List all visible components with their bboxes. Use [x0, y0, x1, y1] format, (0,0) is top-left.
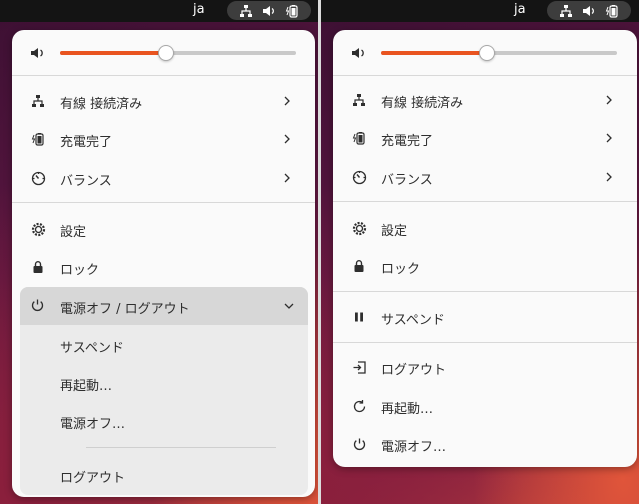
power-profile-item[interactable]: バランス	[341, 158, 629, 196]
restart-item[interactable]: 再起動…	[341, 387, 629, 425]
volume-slider-handle[interactable]	[158, 45, 175, 61]
settings-item[interactable]: 設定	[20, 210, 307, 248]
power-profile-icon	[351, 169, 367, 185]
input-language-indicator[interactable]: ja	[193, 2, 205, 17]
network-wired-icon	[30, 93, 46, 109]
input-language-indicator[interactable]: ja	[514, 2, 526, 17]
restart-icon	[351, 398, 367, 414]
separator	[333, 75, 637, 76]
quick-settings-menu: 有線 接続済み 充電完了 バランス 設定	[12, 30, 315, 497]
volume-slider-fill	[60, 51, 167, 55]
system-status-button[interactable]	[547, 1, 631, 20]
settings-item[interactable]: 設定	[341, 209, 629, 247]
separator	[12, 75, 315, 76]
pause-icon	[351, 309, 367, 325]
volume-icon	[261, 3, 277, 19]
wired-network-label: 有線 接続済み	[381, 96, 464, 111]
battery-full-charged-icon	[351, 130, 367, 146]
wired-network-item[interactable]: 有線 接続済み	[341, 81, 629, 119]
volume-icon	[351, 45, 367, 61]
chevron-right-icon	[284, 134, 290, 144]
battery-label: 充電完了	[60, 135, 113, 150]
separator	[333, 291, 637, 292]
battery-icon	[604, 3, 620, 19]
logout-item[interactable]: ログアウト	[341, 348, 629, 386]
logout-icon	[351, 359, 367, 375]
volume-icon	[30, 45, 46, 61]
battery-item[interactable]: 充電完了	[20, 120, 307, 158]
gear-icon	[351, 220, 367, 236]
top-bar: ja	[321, 0, 639, 22]
power-off-logout-item[interactable]: 電源オフ / ログアウト	[20, 287, 308, 325]
logout-label: ログアウト	[381, 363, 447, 378]
lock-icon	[351, 258, 367, 274]
lock-item[interactable]: ロック	[20, 248, 307, 286]
power-profile-icon	[30, 170, 46, 186]
restart-label: 再起動…	[381, 402, 434, 417]
lock-item[interactable]: ロック	[341, 247, 629, 285]
chevron-right-icon	[606, 95, 612, 105]
battery-label: 充電完了	[381, 134, 434, 149]
gear-icon	[30, 221, 46, 237]
lock-label: ロック	[60, 263, 100, 278]
quick-settings-menu: 有線 接続済み 充電完了 バランス 設定	[333, 30, 637, 467]
separator	[333, 201, 637, 202]
power-icon	[30, 298, 46, 314]
volume-slider-row	[12, 38, 315, 68]
lock-label: ロック	[381, 262, 421, 277]
volume-slider[interactable]	[381, 45, 617, 61]
power-profile-label: バランス	[60, 174, 112, 189]
lock-icon	[30, 259, 46, 275]
volume-icon	[581, 3, 597, 19]
power-off-item[interactable]: 電源オフ…	[341, 425, 629, 463]
separator	[12, 202, 315, 203]
chevron-right-icon	[606, 172, 612, 182]
chevron-down-icon[interactable]	[282, 299, 296, 313]
left-screenshot: ja 有線 接続済み 充電完了 バランス 設定 ロック 電源オフ / ログアウト…	[0, 0, 318, 504]
power-off-label: 電源オフ…	[381, 440, 447, 455]
separator	[86, 447, 276, 448]
power-off-logout-submenu: 電源オフ / ログアウト サスペンド 再起動… 電源オフ… ログアウト	[20, 287, 308, 495]
network-wired-icon	[238, 3, 254, 19]
separator	[333, 342, 637, 343]
volume-slider-handle[interactable]	[479, 45, 496, 61]
suspend-label: サスペンド	[381, 313, 445, 328]
power-profile-item[interactable]: バランス	[20, 159, 307, 197]
volume-slider-fill	[381, 51, 488, 55]
network-wired-icon	[558, 3, 574, 19]
chevron-right-icon	[284, 96, 290, 106]
wired-network-label: 有線 接続済み	[60, 97, 143, 112]
settings-label: 設定	[60, 225, 87, 240]
network-wired-icon	[351, 92, 367, 108]
chevron-right-icon	[606, 133, 612, 143]
settings-label: 設定	[381, 224, 408, 239]
restart-menu-item[interactable]: 再起動…	[60, 375, 112, 394]
wired-network-item[interactable]: 有線 接続済み	[20, 82, 307, 120]
battery-icon	[284, 3, 300, 19]
right-screenshot: ja 有線 接続済み 充電完了 バランス 設定 ロック サスペンド ログアウト …	[321, 0, 639, 504]
suspend-item[interactable]: サスペンド	[341, 298, 629, 336]
power-icon	[351, 436, 367, 452]
power-profile-label: バランス	[381, 173, 433, 188]
logout-menu-item[interactable]: ログアウト	[60, 467, 125, 486]
power-off-menu-item[interactable]: 電源オフ…	[60, 413, 125, 432]
battery-full-charged-icon	[30, 131, 46, 147]
chevron-right-icon	[284, 173, 290, 183]
volume-slider-row	[333, 38, 637, 68]
battery-item[interactable]: 充電完了	[341, 119, 629, 157]
suspend-menu-item[interactable]: サスペンド	[60, 337, 124, 356]
system-status-button[interactable]	[227, 1, 311, 20]
top-bar: ja	[0, 0, 318, 22]
volume-slider[interactable]	[60, 45, 296, 61]
power-off-logout-label: 電源オフ / ログアウト	[60, 302, 190, 317]
